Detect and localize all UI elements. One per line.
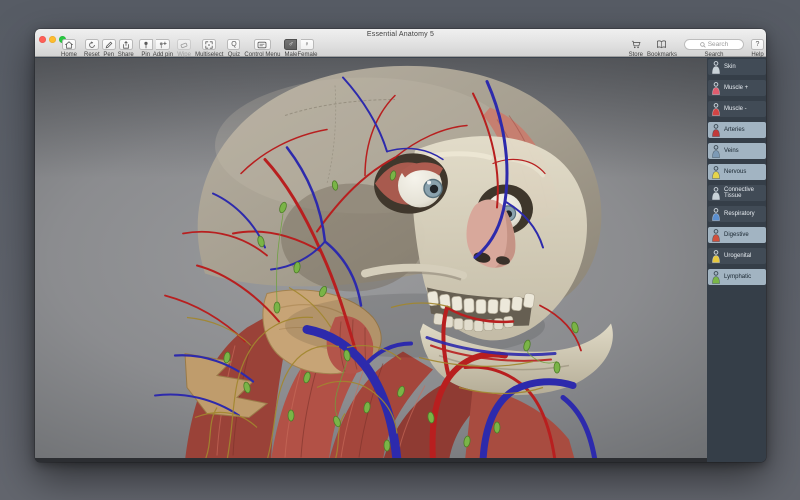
share-icon (122, 41, 130, 49)
quiz-icon: Q (231, 41, 236, 48)
multiselect-icon (205, 41, 213, 49)
add-pin-icon (158, 41, 167, 49)
male-icon: ♂ (288, 41, 293, 48)
sidebar-item-skin[interactable]: Skin (708, 59, 766, 75)
muscle-plus-person-icon (711, 82, 721, 95)
home-icon (65, 41, 73, 49)
pin-button[interactable]: Pin (139, 39, 153, 58)
search-icon (700, 42, 706, 48)
pen-button[interactable]: Pen (102, 39, 116, 58)
wipe-icon (180, 41, 188, 49)
add-pin-button[interactable]: Add pin (153, 39, 173, 58)
help-button[interactable]: ? Help (751, 39, 764, 58)
sidebar-item-muscle-minus[interactable]: Muscle - (708, 101, 766, 117)
pin-group: Pin Add pin (139, 39, 173, 58)
veins-person-icon (711, 145, 721, 158)
reset-icon (88, 41, 96, 49)
connective-tissue-person-icon (711, 187, 721, 200)
control-menu-icon (257, 41, 267, 49)
arteries-person-icon (711, 124, 721, 137)
book-icon (656, 40, 667, 49)
sidebar-item-urogenital[interactable]: Urogenital (708, 248, 766, 264)
muscle-minus-person-icon (711, 103, 721, 116)
toolbar: Home Reset Pen Share (61, 39, 764, 57)
digestive-person-icon (711, 229, 721, 242)
female-button[interactable]: ♀ Female (297, 39, 317, 58)
minimize-button[interactable] (49, 36, 56, 43)
help-icon: ? (756, 41, 760, 48)
female-icon: ♀ (304, 41, 309, 48)
reset-button[interactable]: Reset (84, 39, 100, 58)
sidebar-item-nervous[interactable]: Nervous (708, 164, 766, 180)
male-button[interactable]: ♂ Male (284, 39, 297, 58)
anatomy-3d-viewport[interactable] (35, 58, 707, 458)
control-menu-button[interactable]: Control Menu (244, 39, 280, 58)
app-window: Essential Anatomy 5 Home Reset (35, 29, 766, 462)
sidebar-item-arteries[interactable]: Arteries (708, 122, 766, 138)
window-title: Essential Anatomy 5 (35, 31, 766, 38)
viewport-bottom-bar (35, 458, 707, 462)
pen-icon (105, 41, 113, 49)
sidebar-item-muscle-plus[interactable]: Muscle + (708, 80, 766, 96)
nervous-person-icon (711, 166, 721, 179)
quiz-button[interactable]: Q Quiz (227, 39, 240, 58)
pin-icon (142, 41, 150, 49)
lymphatic-person-icon (711, 271, 721, 284)
sidebar-item-digestive[interactable]: Digestive (708, 227, 766, 243)
skin-person-icon (711, 61, 721, 74)
cart-icon (631, 40, 641, 49)
share-button[interactable]: Share (118, 39, 134, 58)
search-area: Search Search (684, 39, 744, 58)
store-button[interactable]: Store (629, 39, 643, 58)
gender-toggle: ♂ Male ♀ Female (284, 39, 317, 58)
home-button[interactable]: Home (61, 39, 77, 58)
respiratory-person-icon (711, 208, 721, 221)
anatomy-head-model (35, 58, 707, 458)
search-input[interactable]: Search (684, 39, 744, 50)
systems-sidebar: Skin Muscle + Muscle - Arteries Veins Ne… (707, 58, 766, 462)
sidebar-item-connective-tissue[interactable]: Connective Tissue (708, 185, 766, 201)
multiselect-button[interactable]: Multiselect (195, 39, 223, 58)
sidebar-item-respiratory[interactable]: Respiratory (708, 206, 766, 222)
sidebar-item-lymphatic[interactable]: Lymphatic (708, 269, 766, 285)
close-button[interactable] (39, 36, 46, 43)
urogenital-person-icon (711, 250, 721, 263)
search-placeholder: Search (708, 41, 729, 48)
wipe-button[interactable]: Wipe (177, 39, 191, 58)
window-header: Essential Anatomy 5 Home Reset (35, 29, 766, 57)
sidebar-item-veins[interactable]: Veins (708, 143, 766, 159)
bookmarks-button[interactable]: Bookmarks (647, 39, 677, 58)
